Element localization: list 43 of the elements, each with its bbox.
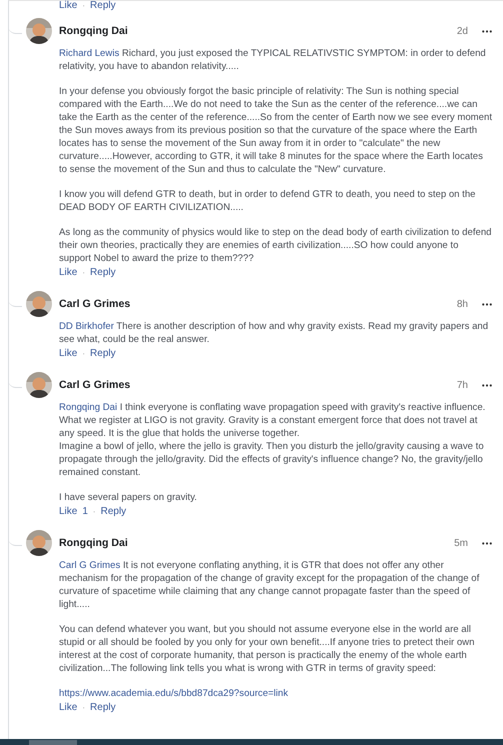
mention-link[interactable]: DD Birkhofer xyxy=(59,321,114,332)
reply-link[interactable]: Reply xyxy=(90,266,116,279)
separator-dot: · xyxy=(92,506,96,518)
comment-text: I know you will defend GTR to death, but in order to defend GTR to death, you need to step on the DEAD BODY OF EARTH CIVILIZATION..... xyxy=(59,188,477,214)
author-name[interactable]: Carl G Grimes xyxy=(59,378,130,392)
comment-text: As long as the community of physics would like to step on the dead body of earth civilization to defend their own theories, practically they are enemies of earth civilization.....SO how could anyone to support Nobel to award the prize to them???? xyxy=(59,226,492,265)
more-options-icon[interactable] xyxy=(482,30,492,32)
reply-link[interactable]: Reply xyxy=(90,2,116,10)
comment-text: I have several papers on gravity. xyxy=(59,491,198,504)
comment-text: Carl G Grimes It is not everyone conflating anything, it is GTR that does not offer any other mechanism for the propagation of the change of gravity except for the propagation of the change of curvature of spacetime while claiming that any change cannot propagate faster than the speed of light..... xyxy=(59,559,480,611)
separator-dot: · xyxy=(82,267,86,279)
separator-dot: · xyxy=(82,348,86,360)
author-name[interactable]: Rongqing Dai xyxy=(59,24,128,38)
comment-text: Rongqing Dai I think everyone is conflating wave propagation speed with gravity's reactive influence. What we register at LIGO is not gravity. Gravity is a constant emergent force that does not travel at any speed. It is the glue that holds the universe together. Imagine a bowl of jello, where the jello is gravity. Then you disturb the jello/gravity causing a wave to propagate through the jello/gravity. Did the effects of gravity's influence change? No, the gravity/jello remained constant. xyxy=(59,401,486,479)
reply-link[interactable]: Reply xyxy=(100,505,126,518)
timestamp: 5m xyxy=(454,536,468,550)
mention-link[interactable]: Richard Lewis xyxy=(59,48,120,59)
reply-link[interactable]: Reply xyxy=(90,701,116,714)
comment-text: DD Birkhofer There is another description of how and why gravity exists. Read my gravity papers and see what, could be the real answer. xyxy=(59,320,490,346)
more-options-icon[interactable] xyxy=(482,542,492,544)
separator-dot: · xyxy=(82,702,86,714)
more-options-icon[interactable] xyxy=(482,384,492,386)
timestamp: 7h xyxy=(456,378,468,392)
like-link[interactable]: Like xyxy=(59,347,78,360)
mention-link[interactable]: Carl G Grimes xyxy=(59,560,120,571)
more-options-icon[interactable] xyxy=(482,302,492,306)
like-count: 1 xyxy=(82,505,88,518)
separator-dot: · xyxy=(82,2,86,10)
timestamp: 2d xyxy=(456,24,468,38)
comment-text: Richard Lewis Richard, you just exposed the TYPICAL RELATIVSTIC SYMPTOM: in order to defend relativity, you have to abandon relativity..... xyxy=(59,47,487,73)
like-link[interactable]: Like xyxy=(59,505,78,518)
like-link[interactable]: Like xyxy=(59,701,78,714)
url-link[interactable]: https://www.academia.edu/s/bbd87dca29?source=link xyxy=(59,688,288,699)
comment-text: In your defense you obviously forgot the basic principle of relativity: The Sun is nothing special compared with the Earth....We do not need to take the Sun as the center of the reference....we can take the Earth as the center of the reference.....So from the center of Earth now we see every moment the Sun moves aways from its previous position so that the curvature of the space where the Earth locates has to sense the movement of the Sun away from it in order to "calculate" the new curvature.....However, according to GTR, it will take 8 minutes for the space where the Earth locates to sense the movement of the Sun and thus to calculate the "New" curvature. xyxy=(59,85,492,176)
like-link[interactable]: Like xyxy=(59,266,78,279)
author-name[interactable]: Carl G Grimes xyxy=(59,298,130,310)
mention-link[interactable]: Rongqing Dai xyxy=(59,402,118,413)
reply-link[interactable]: Reply xyxy=(90,347,116,360)
comment-text: You can defend whatever you want, but you should not assume everyone else in the world are all stupid or all should be fooled by you only for your own benefit....If anyone tries to pretect their own interest at the cost of corporate humanity, that person is practically the enemy of the whole earth civilization...The following link tells you what is wrong with GTR in terms of gravity speed: xyxy=(59,623,476,675)
scrollbar-thumb[interactable] xyxy=(29,740,77,745)
like-link[interactable]: Like xyxy=(59,2,78,10)
timestamp: 8h xyxy=(456,298,468,310)
author-name[interactable]: Rongqing Dai xyxy=(59,536,128,550)
